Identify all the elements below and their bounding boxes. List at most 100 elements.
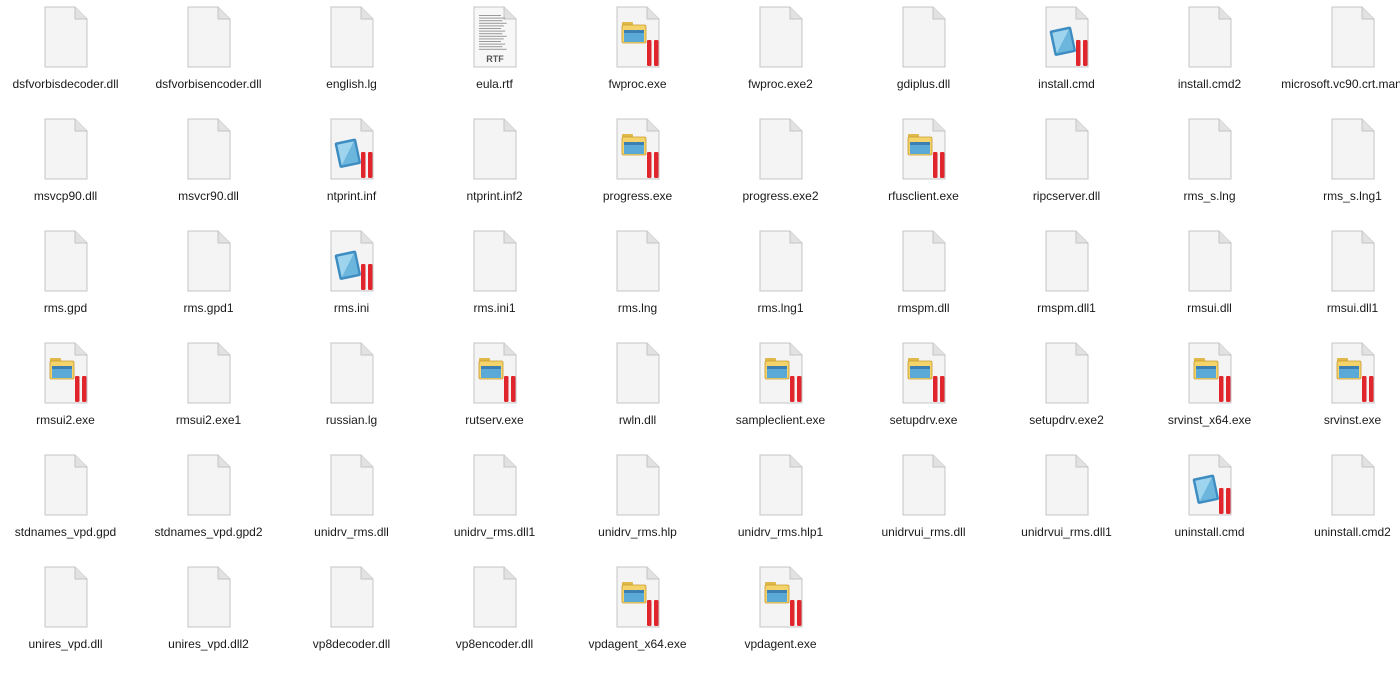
file-item[interactable]: unidrv_rms.dll1 [423, 454, 566, 566]
file-name-label[interactable]: rutserv.exe [423, 412, 566, 428]
file-name-label[interactable]: english.lg [280, 76, 423, 92]
generic-file-icon[interactable] [184, 6, 234, 68]
file-item[interactable]: rwln.dll [566, 342, 709, 454]
file-item[interactable]: fwproc.exe [566, 6, 709, 118]
file-item[interactable]: english.lg [280, 6, 423, 118]
exe-app-icon[interactable] [1185, 342, 1235, 404]
file-item[interactable]: unidrvui_rms.dll1 [995, 454, 1138, 566]
generic-file-icon[interactable] [1042, 342, 1092, 404]
file-item[interactable]: unires_vpd.dll [0, 566, 137, 678]
file-name-label[interactable]: srvinst_x64.exe [1138, 412, 1281, 428]
file-name-label[interactable]: russian.lg [280, 412, 423, 428]
exe-app-icon[interactable] [613, 6, 663, 68]
file-name-label[interactable]: stdnames_vpd.gpd [0, 524, 137, 540]
file-item[interactable]: install.cmd2 [1138, 6, 1281, 118]
generic-file-icon[interactable] [184, 566, 234, 628]
generic-file-icon[interactable] [470, 230, 520, 292]
file-name-label[interactable]: srvinst.exe [1281, 412, 1400, 428]
file-item[interactable]: rmsui2.exe [0, 342, 137, 454]
file-item[interactable]: stdnames_vpd.gpd2 [137, 454, 280, 566]
file-item[interactable]: dsfvorbisdecoder.dll [0, 6, 137, 118]
exe-app-icon[interactable] [899, 342, 949, 404]
file-item[interactable]: setupdrv.exe [852, 342, 995, 454]
file-name-label[interactable]: stdnames_vpd.gpd2 [137, 524, 280, 540]
file-name-label[interactable]: progress.exe2 [709, 188, 852, 204]
file-item[interactable]: RTF eula.rtf [423, 6, 566, 118]
file-name-label[interactable]: rmsui.dll [1138, 300, 1281, 316]
file-item[interactable]: rms.gpd1 [137, 230, 280, 342]
file-item[interactable]: ntprint.inf2 [423, 118, 566, 230]
generic-file-icon[interactable] [41, 118, 91, 180]
file-name-label[interactable]: install.cmd [995, 76, 1138, 92]
generic-file-icon[interactable] [470, 566, 520, 628]
file-item[interactable]: fwproc.exe2 [709, 6, 852, 118]
script-file-icon[interactable] [327, 230, 377, 292]
file-item[interactable]: rutserv.exe [423, 342, 566, 454]
file-name-label[interactable]: rms_s.lng [1138, 188, 1281, 204]
file-name-label[interactable]: dsfvorbisencoder.dll [137, 76, 280, 92]
generic-file-icon[interactable] [899, 230, 949, 292]
generic-file-icon[interactable] [184, 342, 234, 404]
file-item[interactable]: srvinst.exe [1281, 342, 1400, 454]
file-name-label[interactable]: rmsui2.exe [0, 412, 137, 428]
generic-file-icon[interactable] [327, 454, 377, 516]
file-item[interactable]: rmspm.dll [852, 230, 995, 342]
file-name-label[interactable]: rms.lng1 [709, 300, 852, 316]
file-item[interactable]: uninstall.cmd2 [1281, 454, 1400, 566]
file-name-label[interactable]: dsfvorbisdecoder.dll [0, 76, 137, 92]
script-file-icon[interactable] [327, 118, 377, 180]
generic-file-icon[interactable] [1185, 230, 1235, 292]
generic-file-icon[interactable] [41, 566, 91, 628]
file-name-label[interactable]: setupdrv.exe [852, 412, 995, 428]
file-item[interactable]: rmsui2.exe1 [137, 342, 280, 454]
file-item[interactable]: unidrv_rms.hlp [566, 454, 709, 566]
file-item[interactable]: rmsui.dll1 [1281, 230, 1400, 342]
file-item[interactable]: uninstall.cmd [1138, 454, 1281, 566]
file-name-label[interactable]: rmsui.dll1 [1281, 300, 1400, 316]
exe-app-icon[interactable] [899, 118, 949, 180]
file-name-label[interactable]: rms.lng [566, 300, 709, 316]
file-item[interactable]: rms_s.lng1 [1281, 118, 1400, 230]
file-item[interactable]: srvinst_x64.exe [1138, 342, 1281, 454]
generic-file-icon[interactable] [327, 6, 377, 68]
file-name-label[interactable]: rmspm.dll [852, 300, 995, 316]
file-item[interactable]: rms.lng [566, 230, 709, 342]
file-name-label[interactable]: vp8decoder.dll [280, 636, 423, 652]
file-item[interactable]: vp8encoder.dll [423, 566, 566, 678]
generic-file-icon[interactable] [1328, 6, 1378, 68]
generic-file-icon[interactable] [327, 566, 377, 628]
exe-app-icon[interactable] [470, 342, 520, 404]
file-name-label[interactable]: ripcserver.dll [995, 188, 1138, 204]
file-item[interactable]: msvcr90.dll [137, 118, 280, 230]
file-item[interactable]: rms.lng1 [709, 230, 852, 342]
file-name-label[interactable]: vpdagent.exe [709, 636, 852, 652]
file-item[interactable]: ripcserver.dll [995, 118, 1138, 230]
file-name-label[interactable]: unires_vpd.dll2 [137, 636, 280, 652]
file-item[interactable]: rms.ini1 [423, 230, 566, 342]
generic-file-icon[interactable] [41, 6, 91, 68]
file-name-label[interactable]: unidrvui_rms.dll [852, 524, 995, 540]
generic-file-icon[interactable] [899, 6, 949, 68]
file-name-label[interactable]: rms.gpd [0, 300, 137, 316]
generic-file-icon[interactable] [613, 342, 663, 404]
file-item[interactable]: russian.lg [280, 342, 423, 454]
generic-file-icon[interactable] [1328, 118, 1378, 180]
generic-file-icon[interactable] [1042, 230, 1092, 292]
file-name-label[interactable]: rwln.dll [566, 412, 709, 428]
exe-app-icon[interactable] [756, 342, 806, 404]
file-item[interactable]: unires_vpd.dll2 [137, 566, 280, 678]
generic-file-icon[interactable] [1328, 230, 1378, 292]
file-item[interactable]: microsoft.vc90.crt.manifest [1281, 6, 1400, 118]
file-item[interactable]: msvcp90.dll [0, 118, 137, 230]
file-item[interactable]: vp8decoder.dll [280, 566, 423, 678]
file-item[interactable]: dsfvorbisencoder.dll [137, 6, 280, 118]
file-item[interactable]: unidrvui_rms.dll [852, 454, 995, 566]
file-name-label[interactable]: unidrv_rms.dll [280, 524, 423, 540]
file-name-label[interactable]: msvcp90.dll [0, 188, 137, 204]
file-name-label[interactable]: vpdagent_x64.exe [566, 636, 709, 652]
generic-file-icon[interactable] [1328, 454, 1378, 516]
generic-file-icon[interactable] [184, 454, 234, 516]
file-name-label[interactable]: progress.exe [566, 188, 709, 204]
generic-file-icon[interactable] [470, 454, 520, 516]
generic-file-icon[interactable] [899, 454, 949, 516]
